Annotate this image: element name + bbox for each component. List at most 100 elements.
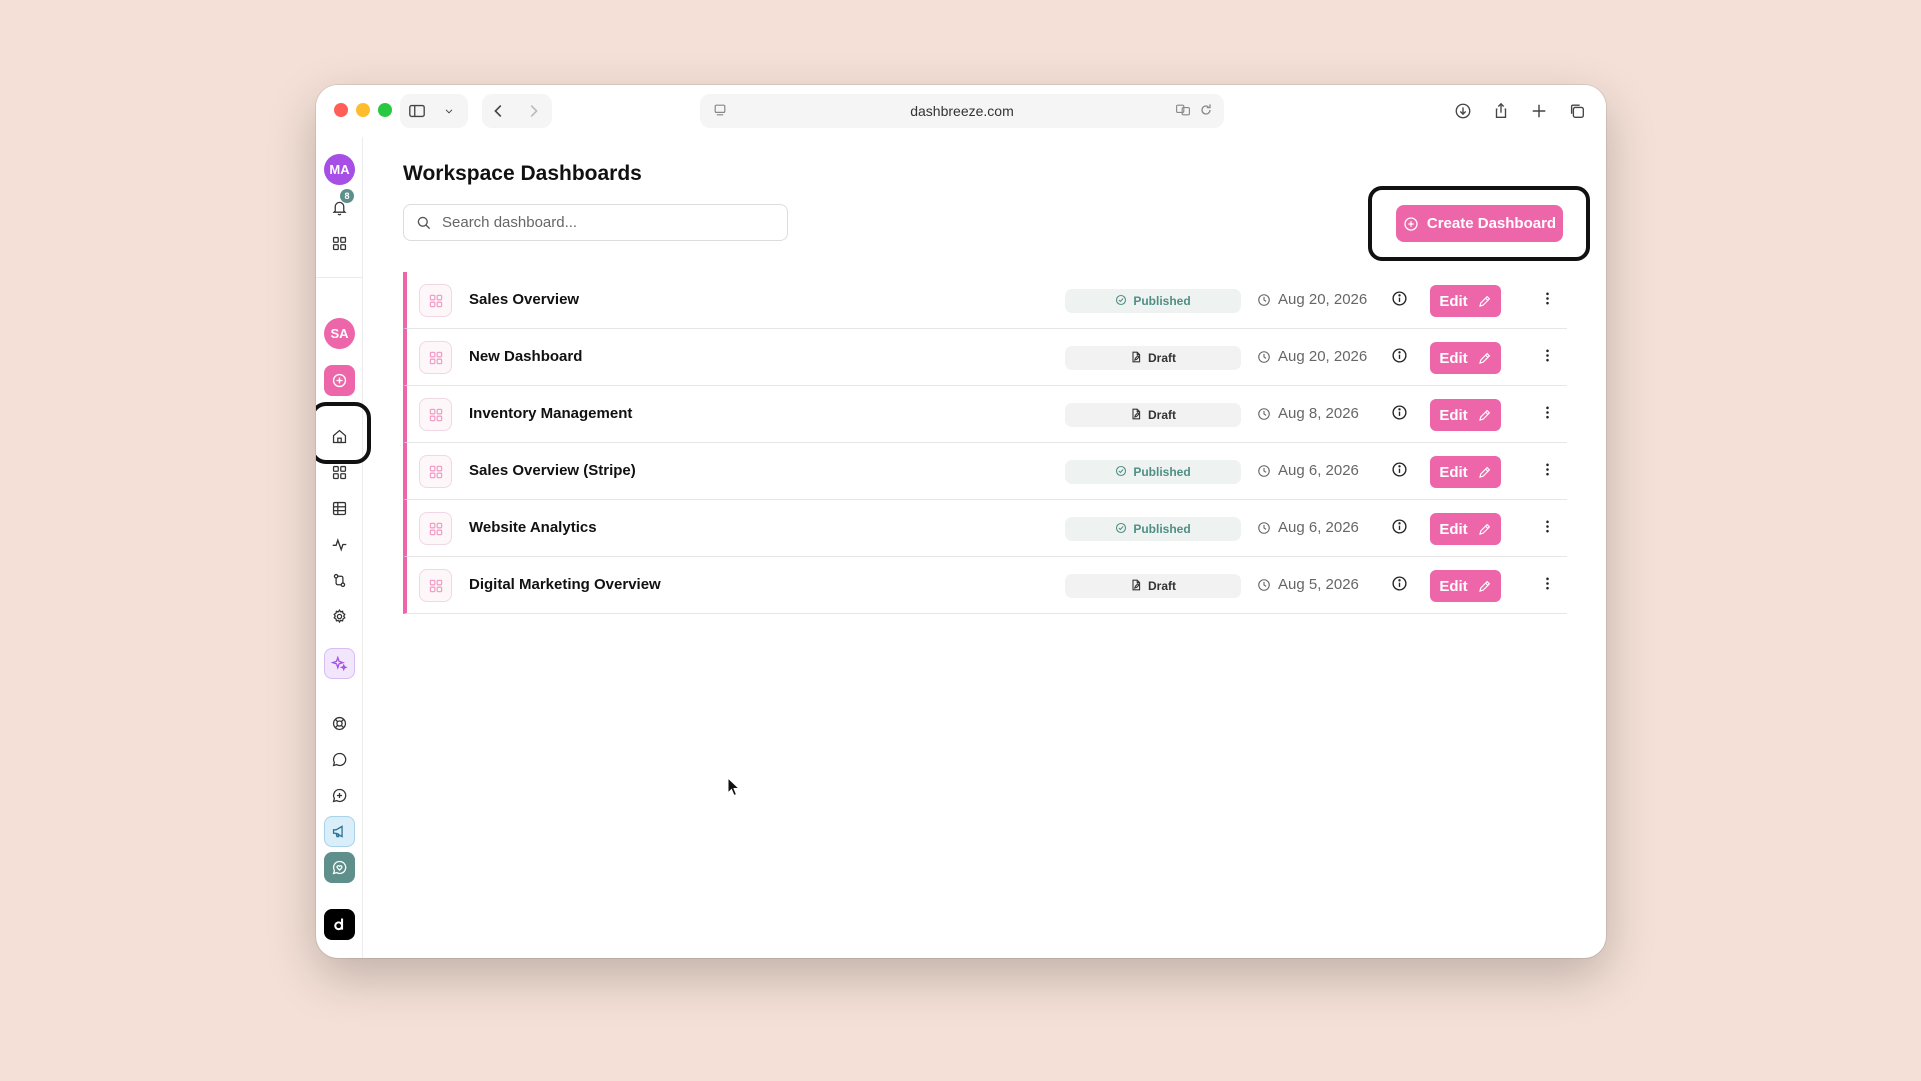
more-options-icon[interactable]	[1539, 347, 1556, 369]
status-badge: Published	[1065, 517, 1241, 541]
download-icon[interactable]	[1446, 94, 1480, 128]
chat-button[interactable]	[324, 744, 355, 775]
dashboard-icon	[419, 455, 452, 488]
highlight-create-sidebar	[316, 402, 371, 464]
status-text: Published	[1133, 465, 1191, 479]
new-tab-icon[interactable]	[1522, 94, 1556, 128]
lifebuoy-icon	[332, 716, 347, 731]
ai-assistant-button[interactable]	[324, 648, 355, 679]
info-icon[interactable]	[1391, 404, 1408, 426]
edit-label: Edit	[1439, 577, 1468, 595]
edit-label: Edit	[1439, 292, 1468, 310]
create-button[interactable]	[324, 365, 355, 396]
notifications-button[interactable]: 8	[324, 189, 355, 223]
edit-button[interactable]: Edit	[1430, 570, 1501, 602]
draft-file-icon	[1132, 351, 1141, 362]
dashboard-row[interactable]: New Dashboard Draft Aug 20, 2026 Edit	[403, 329, 1567, 386]
dashboard-row[interactable]: Sales Overview (Stripe) Published Aug 6,…	[403, 443, 1567, 500]
feedback-button[interactable]	[324, 780, 355, 811]
edit-button[interactable]: Edit	[1430, 456, 1501, 488]
dashboard-name[interactable]: Sales Overview (Stripe)	[469, 462, 636, 479]
sidebar-item-tables[interactable]	[324, 493, 355, 524]
dashboard-row[interactable]: Sales Overview Published Aug 20, 2026 Ed…	[403, 272, 1567, 329]
info-icon[interactable]	[1391, 290, 1408, 312]
edit-button[interactable]: Edit	[1430, 513, 1501, 545]
search-icon	[417, 216, 431, 229]
pencil-icon	[1478, 352, 1490, 364]
more-options-icon[interactable]	[1539, 461, 1556, 483]
dashboard-list: Sales Overview Published Aug 20, 2026 Ed…	[403, 272, 1567, 614]
status-badge: Draft	[1065, 574, 1241, 598]
dashboard-name[interactable]: Inventory Management	[469, 405, 632, 422]
gear-icon	[333, 608, 346, 624]
search-input[interactable]	[442, 214, 787, 231]
status-text: Draft	[1147, 408, 1176, 422]
minimize-window-button[interactable]	[356, 103, 370, 117]
info-icon[interactable]	[1391, 518, 1408, 540]
info-icon[interactable]	[1391, 347, 1408, 369]
sidebar-toggle-group	[400, 94, 468, 128]
dashboard-icon	[419, 341, 452, 374]
info-icon[interactable]	[1391, 575, 1408, 597]
sidebar-item-settings[interactable]	[324, 601, 355, 632]
edit-button[interactable]: Edit	[1430, 342, 1501, 374]
navigation-group	[482, 94, 552, 128]
close-window-button[interactable]	[334, 103, 348, 117]
favorites-button[interactable]	[324, 852, 355, 883]
more-options-icon[interactable]	[1539, 518, 1556, 540]
dashboard-name[interactable]: New Dashboard	[469, 348, 582, 365]
sidebar-toggle-icon[interactable]	[400, 94, 434, 128]
announcements-button[interactable]	[324, 816, 355, 847]
connections-icon	[333, 573, 346, 588]
search-box[interactable]	[403, 204, 788, 241]
date-text: Aug 8, 2026	[1278, 405, 1359, 422]
clock-icon	[1258, 578, 1270, 591]
sidebar-item-activity[interactable]	[324, 529, 355, 560]
pencil-icon	[1478, 295, 1490, 307]
edit-button[interactable]: Edit	[1430, 285, 1501, 317]
forward-arrow-icon[interactable]	[516, 94, 550, 128]
more-options-icon[interactable]	[1539, 404, 1556, 426]
updated-date: Aug 20, 2026	[1257, 291, 1367, 308]
check-circle-icon	[1116, 522, 1127, 533]
back-arrow-icon[interactable]	[482, 94, 516, 128]
more-options-icon[interactable]	[1539, 290, 1556, 312]
sidebar-item-data-sources[interactable]	[324, 565, 355, 596]
dashboard-icon	[419, 284, 452, 317]
chevron-down-icon[interactable]	[434, 94, 464, 128]
status-text: Published	[1133, 522, 1191, 536]
address-bar[interactable]: dashbreeze.com	[700, 94, 1224, 128]
info-icon[interactable]	[1391, 461, 1408, 483]
date-text: Aug 6, 2026	[1278, 519, 1359, 536]
maximize-window-button[interactable]	[378, 103, 392, 117]
mouse-cursor	[727, 777, 741, 797]
updated-date: Aug 5, 2026	[1257, 576, 1359, 593]
dashboard-row[interactable]: Digital Marketing Overview Draft Aug 5, …	[403, 557, 1567, 614]
translate-icon[interactable]	[1174, 102, 1192, 123]
clock-icon	[1258, 293, 1270, 306]
edit-label: Edit	[1439, 406, 1468, 424]
more-options-icon[interactable]	[1539, 575, 1556, 597]
plus-chat-icon	[332, 788, 347, 803]
dashboard-name[interactable]: Website Analytics	[469, 519, 597, 536]
url-text: dashbreeze.com	[910, 103, 1014, 119]
reload-icon[interactable]	[1198, 102, 1214, 123]
dashboard-name[interactable]: Digital Marketing Overview	[469, 576, 661, 593]
share-icon[interactable]	[1484, 94, 1518, 128]
clock-icon	[1258, 407, 1270, 420]
status-text: Published	[1133, 294, 1191, 308]
user-avatar[interactable]: MA	[324, 154, 355, 185]
workspace-avatar[interactable]: SA	[324, 318, 355, 349]
plus-circle-icon	[1404, 216, 1418, 231]
toolbar-actions	[1446, 94, 1594, 128]
help-button[interactable]	[324, 708, 355, 739]
updated-date: Aug 6, 2026	[1257, 462, 1359, 479]
dashboard-row[interactable]: Inventory Management Draft Aug 8, 2026 E…	[403, 386, 1567, 443]
dashboard-row[interactable]: Website Analytics Published Aug 6, 2026 …	[403, 500, 1567, 557]
tab-overview-icon[interactable]	[1560, 94, 1594, 128]
dashboard-name[interactable]: Sales Overview	[469, 291, 579, 308]
create-dashboard-button[interactable]: Create Dashboard	[1396, 205, 1563, 242]
table-icon	[332, 501, 347, 516]
edit-button[interactable]: Edit	[1430, 399, 1501, 431]
apps-button[interactable]	[324, 228, 355, 259]
